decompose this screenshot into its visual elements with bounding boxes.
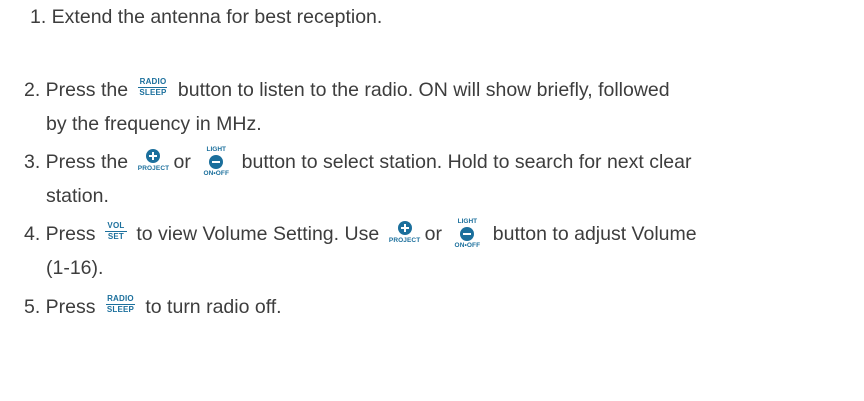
radio-sleep-button-icon: RADIO SLEEP (104, 293, 137, 317)
step-2-continuation: by the frequency in MHz. (46, 113, 262, 135)
step-2: 2. Press the RADIO SLEEP button to listen… (24, 73, 670, 141)
minus-disc (209, 154, 224, 169)
plus-disc (397, 220, 412, 235)
on-off-label: ON•OFF (203, 169, 230, 177)
step-4-text-or: or (424, 223, 442, 245)
on-off-label: ON•OFF (454, 241, 481, 249)
sleep-label: SLEEP (139, 87, 167, 97)
step-4-text-before: 4. Press (24, 223, 96, 245)
minus-light-button-icon: LIGHT ON•OFF (199, 145, 233, 177)
plus-project-button-icon: PROJECT (136, 147, 170, 175)
vol-set-button-icon: VOL SET (104, 221, 127, 244)
light-label: LIGHT (206, 145, 227, 153)
step-2-text-after: button to listen to the radio. ON will s… (177, 79, 670, 101)
light-label: LIGHT (457, 217, 478, 225)
radio-label: RADIO (105, 293, 135, 305)
project-label: PROJECT (137, 164, 170, 172)
step-4-text-after: button to adjust Volume (492, 223, 697, 245)
step-2-text-before: 2. Press the (24, 79, 129, 101)
vol-label: VOL (104, 221, 127, 232)
step-4: 4. Press VOL SET to view Volume Setting. … (24, 217, 697, 285)
set-label: SET (107, 231, 125, 241)
step-5-text-before: 5. Press (24, 296, 96, 318)
step-3-text-after: button to select station. Hold to search… (241, 151, 692, 173)
step-4-continuation: (1-16). (46, 257, 104, 279)
minus-disc (460, 226, 475, 241)
step-3: 3. Press the PROJECT or LIGHT ON•OFF butto… (24, 145, 692, 213)
step-5-text-after: to turn radio off. (145, 296, 282, 318)
radio-sleep-button-icon: RADIO SLEEP (136, 76, 169, 100)
project-label: PROJECT (388, 236, 421, 244)
instruction-page: 1. Extend the antenna for best reception… (0, 0, 864, 401)
step-3-text-or: or (173, 151, 191, 173)
radio-label: RADIO (138, 76, 168, 88)
step-3-text-before: 3. Press the (24, 151, 129, 173)
step-1-text: 1. Extend the antenna for best reception… (30, 6, 383, 28)
sleep-label: SLEEP (106, 304, 135, 314)
minus-light-button-icon: LIGHT ON•OFF (450, 217, 484, 249)
step-1: 1. Extend the antenna for best reception… (30, 0, 382, 34)
plus-project-button-icon: PROJECT (388, 219, 422, 247)
step-5: 5. Press RADIO SLEEP to turn radio off. (24, 290, 282, 324)
plus-disc (146, 148, 161, 163)
step-3-continuation: station. (46, 185, 109, 207)
step-4-text-mid1: to view Volume Setting. Use (136, 223, 380, 245)
